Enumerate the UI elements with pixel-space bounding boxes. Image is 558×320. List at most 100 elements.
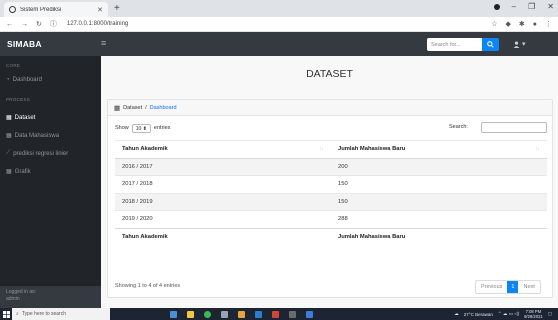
table-cell: 288 xyxy=(331,210,547,228)
dataset-table: Tahun Akademik ↑↓ Jumlah Mahasiswa Baru ↑↓… xyxy=(115,140,547,246)
file-explorer-icon[interactable] xyxy=(187,310,194,318)
close-tab-icon[interactable]: ✕ xyxy=(97,6,103,14)
minimize-icon[interactable]: – xyxy=(512,2,516,11)
sidebar-item-dashboard[interactable]: ◔ Dashboard xyxy=(6,77,42,83)
table-cell: 200 xyxy=(331,157,547,176)
breadcrumb: ▦ Dataset / Dashboard xyxy=(108,100,552,116)
dataset-card: ▦ Dataset / Dashboard Show 10 ⬍ entries … xyxy=(107,99,553,298)
pagination-page-1[interactable]: 1 xyxy=(507,281,519,293)
table-row: 2017 / 2018 150 xyxy=(115,175,547,193)
os-taskbar: ⌕ Type here to search ☁ 27°C Berawan ⌃ ☁… xyxy=(0,308,558,320)
pagination-previous[interactable]: Previous xyxy=(476,281,507,293)
reload-icon[interactable]: ↻ xyxy=(36,20,42,28)
sidebar-heading-core: CORE xyxy=(6,63,21,68)
sort-asc-icon: ↑↓ xyxy=(319,146,324,153)
app-icon[interactable] xyxy=(289,310,296,318)
account-icon[interactable]: ● xyxy=(533,21,537,28)
sidebar-footer: Logged in as: admin xyxy=(0,286,101,308)
logged-in-user: admin xyxy=(6,296,20,302)
store-icon[interactable] xyxy=(221,310,228,318)
search-icon: ⌕ xyxy=(16,311,19,317)
tray-icons[interactable]: ⌃ ☁ ▭ ◁) xyxy=(498,311,519,317)
weather-text[interactable]: 27°C Berawan xyxy=(464,312,493,317)
profile-icon[interactable] xyxy=(493,3,500,10)
sort-icon: ↑↓ xyxy=(535,146,540,153)
sidebar: CORE ◔ Dashboard PROCESS ▦ Dataset ▦ Dat… xyxy=(0,56,101,308)
word-icon[interactable] xyxy=(255,310,262,318)
chrome-icon[interactable] xyxy=(204,310,211,318)
gauge-icon: ◔ xyxy=(6,77,10,83)
sidebar-item-data-mahasiswa[interactable]: ▦ Data Mahasiswa xyxy=(6,132,59,140)
extension-icon[interactable]: ◆ xyxy=(506,20,511,28)
entries-label: entries xyxy=(153,125,171,131)
table-row: 2016 / 2017 200 xyxy=(115,157,547,176)
table-header-row: Tahun Akademik ↑↓ Jumlah Mahasiswa Baru ↑↓ xyxy=(115,140,547,159)
column-header-jumlah[interactable]: Jumlah Mahasiswa Baru ↑↓ xyxy=(331,140,547,159)
entries-select[interactable]: 10 ⬍ xyxy=(131,123,151,133)
table-cell: 2018 / 2019 xyxy=(115,192,331,211)
taskbar-search[interactable]: ⌕ Type here to search xyxy=(12,308,110,320)
task-view-icon[interactable] xyxy=(170,310,177,318)
app-icon[interactable] xyxy=(238,310,245,318)
table-controls: Show 10 ⬍ entries Search: xyxy=(115,122,547,134)
clock[interactable]: 7:08 PM 9/29/2021 xyxy=(524,309,543,319)
browser-tab-bar: Sistem Prediksi ✕ + – ❐ ✕ xyxy=(0,0,558,17)
table-icon: ▦ xyxy=(6,115,12,121)
app-navbar: SIMABA ≡ ▾ xyxy=(0,32,558,56)
vscode-icon[interactable] xyxy=(306,310,313,318)
table-search-input[interactable] xyxy=(481,122,547,133)
sidebar-toggle-icon[interactable]: ≡ xyxy=(101,38,106,48)
search-input[interactable] xyxy=(427,38,482,51)
table-cell: 150 xyxy=(331,175,547,193)
app-icon[interactable] xyxy=(272,310,279,318)
page-title: DATASET xyxy=(306,68,353,80)
new-tab-icon[interactable]: + xyxy=(114,3,120,15)
table-icon: ▦ xyxy=(6,169,12,175)
sidebar-heading-process: PROCESS xyxy=(6,97,31,102)
browser-menu-icon[interactable]: ⋮ xyxy=(545,20,552,28)
back-icon[interactable]: ← xyxy=(6,21,13,28)
table-icon: ▦ xyxy=(6,133,12,139)
main-content: DATASET ▦ Dataset / Dashboard Show 10 ⬍ … xyxy=(101,56,558,308)
breadcrumb-link-dashboard[interactable]: Dashboard xyxy=(150,105,177,111)
globe-icon xyxy=(9,6,16,13)
site-info-icon[interactable]: ⓘ xyxy=(50,19,57,29)
table-cell: 2016 / 2017 xyxy=(115,157,331,176)
table-icon: ▦ xyxy=(114,104,121,112)
show-label: Show xyxy=(115,125,129,131)
maximize-icon[interactable]: ❐ xyxy=(528,2,535,11)
search-button[interactable] xyxy=(482,38,499,51)
user-menu[interactable]: ▾ xyxy=(513,40,526,48)
caret-down-icon: ▾ xyxy=(522,41,526,48)
table-info: Showing 1 to 4 of 4 entries xyxy=(115,283,181,289)
search-icon xyxy=(487,41,494,48)
url-text[interactable]: 127.0.0.1:8000/training xyxy=(67,21,128,27)
close-window-icon[interactable]: ✕ xyxy=(547,2,554,11)
sidebar-item-prediksi[interactable]: ⟋ prediksi regresi linier xyxy=(6,150,68,157)
sidebar-item-dataset[interactable]: ▦ Dataset xyxy=(6,114,35,122)
bookmark-star-icon[interactable]: ☆ xyxy=(491,20,497,28)
logged-in-label: Logged in as: xyxy=(6,289,37,295)
table-cell: 150 xyxy=(331,192,547,211)
window-controls: – ❐ ✕ xyxy=(493,2,554,11)
address-bar: ← → ↻ ⓘ 127.0.0.1:8000/training ☆ ◆ ✱ ● … xyxy=(0,17,558,32)
browser-tab[interactable]: Sistem Prediksi ✕ xyxy=(4,2,108,17)
table-search-label: Search: xyxy=(449,124,468,130)
system-tray: ☁ 27°C Berawan ⌃ ☁ ▭ ◁) 7:08 PM 9/29/202… xyxy=(454,309,558,319)
notification-icon[interactable]: ▢ xyxy=(548,311,552,317)
extensions-puzzle-icon[interactable]: ✱ xyxy=(519,20,525,28)
forward-icon[interactable]: → xyxy=(21,21,28,28)
footer-header-jumlah: Jumlah Mahasiswa Baru xyxy=(331,227,547,246)
taskbar-apps xyxy=(170,310,313,318)
footer-header-tahun: Tahun Akademik xyxy=(115,227,331,246)
column-header-tahun[interactable]: Tahun Akademik ↑↓ xyxy=(115,140,331,159)
chart-line-icon: ⟋ xyxy=(6,150,11,156)
table-row: 2018 / 2019 150 xyxy=(115,192,547,211)
browser-tab-title: Sistem Prediksi xyxy=(20,6,62,13)
brand-logo[interactable]: SIMABA xyxy=(7,32,42,56)
pagination: Previous 1 Next xyxy=(475,280,541,294)
sidebar-item-grafik[interactable]: ▦ Grafik xyxy=(6,168,31,176)
windows-start-icon[interactable] xyxy=(0,308,12,320)
pagination-next[interactable]: Next xyxy=(518,281,539,293)
weather-icon: ☁ xyxy=(454,311,459,316)
